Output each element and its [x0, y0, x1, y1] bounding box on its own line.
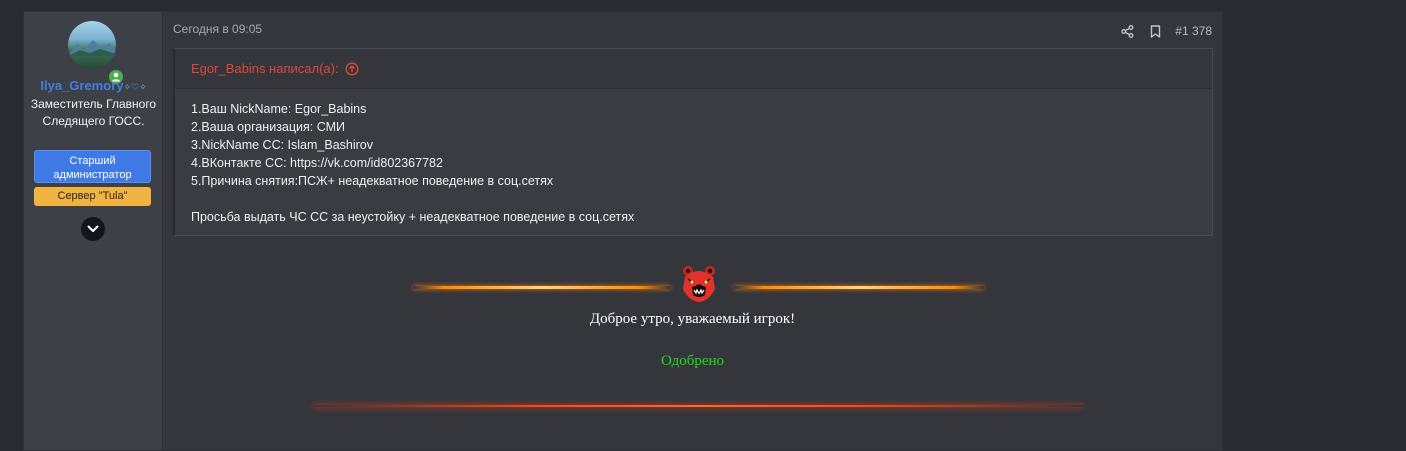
bookmark-button[interactable] [1150, 24, 1161, 38]
username-decoration: ✧♡✧ [123, 82, 147, 92]
quote-line: 3.NickName CC: Islam_Bashirov [191, 138, 373, 152]
username-text[interactable]: Ilya_Gremory [40, 78, 123, 93]
forum-post: Ilya_Gremory✧♡✧ Заместитель Главного Сле… [23, 11, 1223, 451]
quote-body: 1.Ваш NickName: Egor_Babins 2.Ваша орган… [175, 89, 1212, 226]
quote-line: 1.Ваш NickName: Egor_Babins [191, 102, 367, 116]
quote-jump-button[interactable] [345, 61, 359, 76]
quote-line: 5.Причина снятия:ПСЖ+ неадекватное повед… [191, 174, 554, 188]
quote-block: Egor_Babins написал(а): 1.Ваш NickName: … [173, 48, 1213, 236]
quote-line: 2.Ваша организация: СМИ [191, 120, 346, 134]
post-actions: #1 378 [1121, 24, 1212, 38]
server-badge: Сервер "Tula" [34, 187, 151, 206]
chevron-down-icon [87, 225, 99, 232]
post-timestamp[interactable]: Сегодня в 09:05 [173, 22, 262, 36]
greeting-text: Доброе утро, уважаемый игрок! [589, 311, 796, 327]
bottom-glow-divider [313, 405, 1083, 407]
mountain-graphic [68, 40, 116, 56]
share-icon [1121, 24, 1134, 38]
user-title: Заместитель Главного Следящего ГОСС. [30, 97, 157, 128]
share-button[interactable] [1121, 24, 1134, 38]
quote-request: Просьба выдать ЧС СС за неустойку + неад… [191, 210, 635, 224]
bookmark-icon [1151, 24, 1161, 38]
quote-header[interactable]: Egor_Babins написал(а): [175, 49, 1212, 89]
author-sidebar: Ilya_Gremory✧♡✧ Заместитель Главного Сле… [24, 12, 163, 450]
quote-line: 4.ВКонтакте CC: https://vk.com/id8023677… [191, 156, 443, 170]
quote-author-text[interactable]: Egor_Babins написал(а): [191, 61, 339, 76]
avatar[interactable] [68, 21, 116, 69]
bear-logo-icon [683, 266, 715, 302]
quote-spacer [191, 190, 1196, 208]
expand-user-info-button[interactable] [81, 217, 105, 241]
approval-status: Одобрено [660, 353, 725, 369]
post-number-link[interactable]: #1 378 [1175, 24, 1212, 38]
orange-divider-right [734, 286, 984, 289]
arrow-up-circle-icon [345, 61, 359, 76]
post-content: Сегодня в 09:05 #1 378 Egor_Babins напис… [163, 12, 1222, 450]
role-badge: Старший администратор [34, 150, 151, 183]
orange-divider-left [413, 286, 671, 289]
username[interactable]: Ilya_Gremory✧♡✧ [24, 78, 163, 93]
